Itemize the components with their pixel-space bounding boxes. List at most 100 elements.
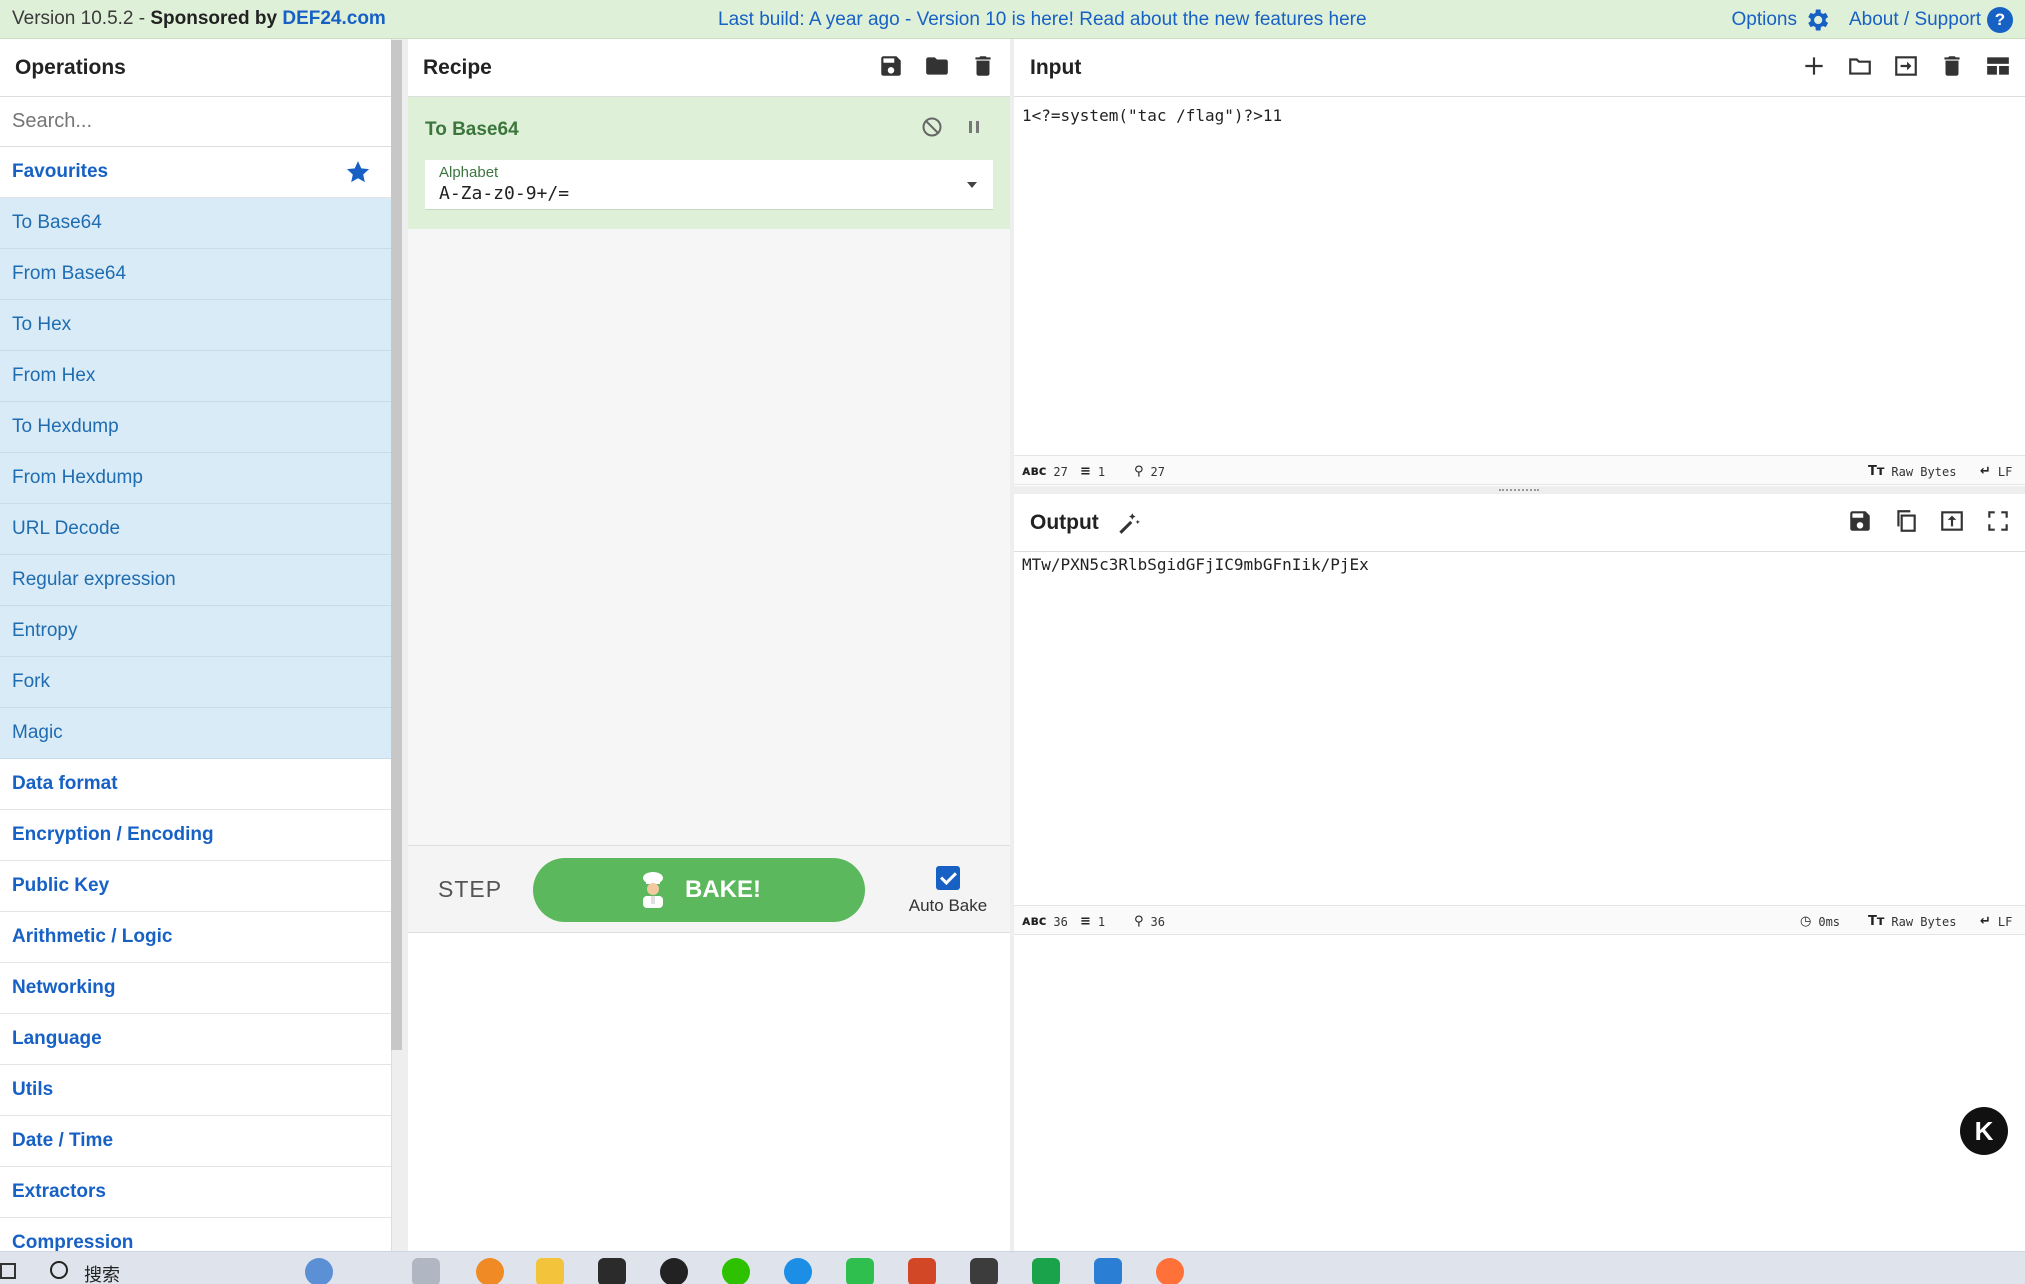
powerpoint-icon[interactable] [908, 1258, 936, 1284]
category-item[interactable]: Arithmetic / Logic [0, 912, 391, 963]
about-support-label: About / Support [1848, 9, 1981, 30]
disable-operation-icon[interactable] [920, 115, 944, 139]
chef-icon [643, 872, 663, 908]
category-item[interactable]: Networking [0, 963, 391, 1014]
terminal-icon[interactable] [598, 1258, 626, 1284]
category-item[interactable]: Compression [0, 1218, 391, 1251]
sponsored-label: Sponsored by [150, 8, 278, 29]
favourite-op-item[interactable]: To Base64 [0, 198, 391, 249]
firefox-icon[interactable] [1156, 1258, 1184, 1284]
output-encoding-value: Raw Bytes [1891, 914, 1957, 929]
favourite-op-item[interactable]: From Hex [0, 351, 391, 402]
favourite-op-item[interactable]: Magic [0, 708, 391, 759]
bake-button[interactable]: BAKE! [533, 858, 865, 922]
output-eol-button[interactable]: ↵ LF [1980, 914, 2012, 929]
file-explorer-icon[interactable] [536, 1258, 564, 1284]
category-item[interactable]: Extractors [0, 1167, 391, 1218]
os-taskbar: 搜索 [0, 1251, 2025, 1284]
floating-assistant-button[interactable]: K [1960, 1107, 2008, 1155]
top-banner: Version 10.5.2 - Sponsored by DEF24.com … [0, 0, 2025, 39]
clear-input-trash-icon[interactable] [1939, 53, 1965, 79]
input-encoding-button[interactable]: Tт Raw Bytes [1868, 464, 1956, 479]
output-text[interactable]: MTw/PXN5c3RlbSgidGFjIC9mbGFnIik/PjEx [1022, 555, 1369, 574]
windows-start-icon[interactable] [0, 1263, 16, 1279]
recipe-operation-to-base64[interactable]: To Base64 Alphabet A-Za-z0-9+/= [408, 97, 1010, 229]
input-output-resize-handle[interactable] [1014, 486, 2025, 494]
favourite-op-item[interactable]: To Hex [0, 300, 391, 351]
output-lines-value: 1 [1097, 914, 1106, 929]
favourite-op-item[interactable]: URL Decode [0, 504, 391, 555]
abc-length-icon: ᴀʙᴄ [1022, 464, 1047, 479]
output-eol-value: LF [1997, 914, 2013, 929]
category-item[interactable]: Date / Time [0, 1116, 391, 1167]
favourite-op-item[interactable]: From Base64 [0, 249, 391, 300]
input-status-bar: ᴀʙᴄ 27 ≡ 1 ⚲ 27 Tт Raw Bytes ↵ LF [1014, 455, 2025, 485]
sublime-text-icon[interactable] [970, 1258, 998, 1284]
version-text: Version 10.5.2 - [12, 8, 146, 29]
alphabet-value: A-Za-z0-9+/= [439, 183, 570, 204]
favourite-op-item[interactable]: To Hexdump [0, 402, 391, 453]
output-status-bar: ᴀʙᴄ 36 ≡ 1 ⚲ 36 ◷ 0ms Tт Raw Bytes ↵ LF [1014, 905, 2025, 935]
position-pin-icon: ⚲ [1134, 464, 1144, 479]
edge-browser-icon[interactable] [784, 1258, 812, 1284]
version-info: Version 10.5.2 - Sponsored by DEF24.com [12, 8, 386, 30]
favourite-op-item[interactable]: Regular expression [0, 555, 391, 606]
layout-toggle-icon[interactable] [1985, 53, 2011, 79]
pause-breakpoint-icon[interactable] [962, 115, 986, 139]
save-output-icon[interactable] [1847, 508, 1873, 534]
search-app-icon[interactable] [476, 1258, 504, 1284]
open-file-folder-icon[interactable] [1847, 53, 1873, 79]
replace-input-with-output-icon[interactable] [1939, 508, 1965, 534]
taskbar-search-icon[interactable] [50, 1261, 68, 1279]
wechat-icon[interactable] [722, 1258, 750, 1284]
task-view-icon[interactable] [412, 1258, 440, 1284]
input-encoding-value: Raw Bytes [1891, 464, 1957, 479]
lines-icon: ≡ [1080, 914, 1091, 929]
input-header: Input [1014, 39, 2025, 97]
copy-output-icon[interactable] [1893, 508, 1919, 534]
text-encoding-icon: Tт [1868, 914, 1885, 929]
maximise-output-icon[interactable] [1985, 508, 2011, 534]
output-encoding-button[interactable]: Tт Raw Bytes [1868, 914, 1956, 929]
load-recipe-folder-icon[interactable] [924, 53, 950, 79]
category-item[interactable]: Data format [0, 759, 391, 810]
favourite-op-item[interactable]: From Hexdump [0, 453, 391, 504]
chevron-down-icon [967, 182, 977, 188]
save-recipe-icon[interactable] [878, 53, 904, 79]
category-item[interactable]: Public Key [0, 861, 391, 912]
green-app-icon[interactable] [846, 1258, 874, 1284]
add-input-tab-plus-icon[interactable] [1801, 53, 1827, 79]
auto-bake-checkbox[interactable] [936, 866, 960, 890]
build-notice-link[interactable]: Last build: A year ago - Version 10 is h… [718, 9, 1367, 31]
magic-wand-icon[interactable] [1115, 510, 1141, 536]
step-button[interactable]: STEP [438, 876, 502, 903]
taskbar-search-label[interactable]: 搜索 [84, 1261, 120, 1284]
operations-search-input[interactable] [0, 97, 391, 147]
pycharm-icon[interactable] [1032, 1258, 1060, 1284]
favourite-op-item[interactable]: Fork [0, 657, 391, 708]
sponsor-link[interactable]: DEF24.com [282, 8, 385, 29]
category-favourites[interactable]: Favourites [0, 147, 391, 198]
load-to-input-icon[interactable] [1893, 53, 1919, 79]
favourite-op-item[interactable]: Entropy [0, 606, 391, 657]
operations-scrollbar[interactable] [391, 40, 402, 1050]
clear-recipe-trash-icon[interactable] [970, 53, 996, 79]
input-textarea[interactable]: 1<?=system("tac /flag")?>11 [1022, 106, 1282, 125]
qq-icon[interactable] [660, 1258, 688, 1284]
about-support-button[interactable]: About / Support ? [1849, 7, 2013, 33]
return-arrow-icon: ↵ [1980, 464, 1991, 479]
options-button[interactable]: Options [1731, 6, 1830, 34]
output-header: Output [1014, 494, 2025, 552]
input-eol-button[interactable]: ↵ LF [1980, 464, 2012, 479]
recipe-header: Recipe [408, 39, 1010, 97]
auto-bake-toggle[interactable]: Auto Bake [898, 866, 998, 916]
category-item[interactable]: Utils [0, 1065, 391, 1116]
category-item[interactable]: Language [0, 1014, 391, 1065]
bake-label: BAKE! [685, 876, 761, 903]
remote-desktop-icon[interactable] [1094, 1258, 1122, 1284]
widgets-icon[interactable] [305, 1258, 333, 1284]
alphabet-select[interactable]: Alphabet A-Za-z0-9+/= [425, 160, 993, 210]
category-item[interactable]: Encryption / Encoding [0, 810, 391, 861]
bake-controls: STEP BAKE! Auto Bake [408, 845, 1010, 933]
input-eol-value: LF [1997, 464, 2013, 479]
